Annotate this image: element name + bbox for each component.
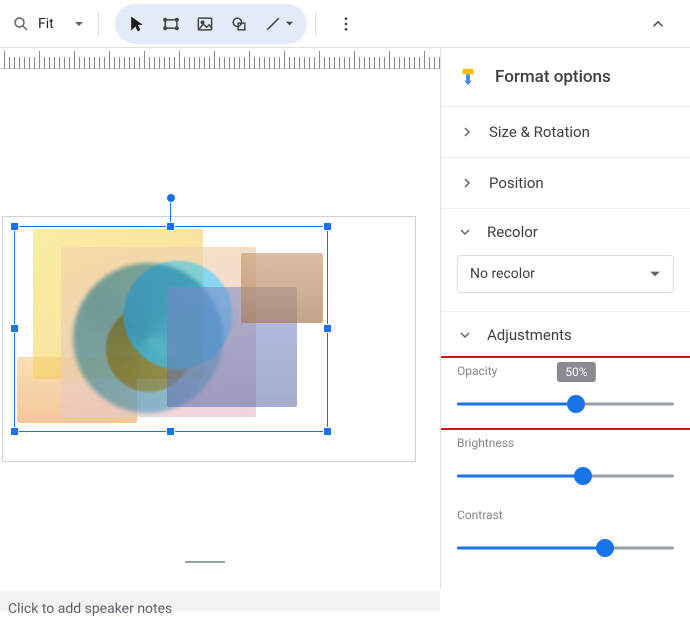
section-recolor: Recolor No recolor (441, 209, 690, 312)
section-label: Size & Rotation (489, 123, 590, 141)
magnifier-icon (12, 15, 30, 33)
recolor-value: No recolor (470, 266, 535, 282)
slider-thumb[interactable] (567, 395, 585, 413)
section-label: Position (489, 174, 544, 192)
section-toggle-position[interactable]: Position (441, 158, 690, 208)
shape-tool-button[interactable] (223, 8, 255, 40)
recolor-body: No recolor (441, 255, 690, 311)
brightness-group: Brightness (457, 430, 674, 502)
contrast-slider[interactable] (457, 540, 674, 556)
image-stack (17, 229, 327, 429)
tool-group (115, 4, 307, 44)
slider-fill (457, 475, 583, 478)
section-label: Recolor (487, 223, 538, 241)
chevron-right-icon (459, 175, 475, 191)
opacity-slider[interactable]: 50% (457, 396, 674, 412)
slider-thumb[interactable] (574, 467, 592, 485)
main-area: Click to add speaker notes Format option… (0, 48, 690, 589)
contrast-group: Contrast (457, 502, 674, 574)
contrast-label: Contrast (457, 508, 674, 522)
slide-canvas[interactable] (2, 216, 416, 462)
adjustments-body: Opacity 50% Brightness (441, 358, 690, 582)
slider-fill (457, 403, 576, 406)
chevron-right-icon (459, 124, 475, 140)
zoom-dropdown[interactable]: Fit (6, 15, 90, 33)
image-layer (241, 253, 323, 323)
section-label: Adjustments (487, 326, 572, 344)
chevron-down-icon (457, 327, 473, 343)
separator (315, 12, 316, 36)
rotate-handle[interactable] (166, 193, 176, 203)
select-tool-button[interactable] (121, 8, 153, 40)
brightness-slider[interactable] (457, 468, 674, 484)
image-tool-button[interactable] (189, 8, 221, 40)
format-icon (457, 66, 479, 88)
section-toggle-recolor[interactable]: Recolor (441, 209, 690, 255)
zoom-value: Fit (38, 16, 54, 32)
chevron-down-icon (457, 224, 473, 240)
section-adjustments: Adjustments Opacity 50% Brightness (441, 312, 690, 582)
caret-down-icon (285, 19, 294, 28)
slider-thumb[interactable] (596, 539, 614, 557)
format-options-panel: Format options Size & Rotation Position … (440, 48, 690, 589)
slider-fill (457, 547, 605, 550)
caret-down-icon (74, 19, 84, 29)
separator (98, 12, 99, 36)
more-tools-button[interactable] (330, 8, 362, 40)
opacity-tooltip: 50% (557, 362, 595, 382)
recolor-select[interactable]: No recolor (457, 255, 674, 293)
section-toggle-adjustments[interactable]: Adjustments (441, 312, 690, 358)
textbox-tool-button[interactable] (155, 8, 187, 40)
panel-header: Format options (441, 48, 690, 107)
slide-editor: Click to add speaker notes (0, 48, 440, 589)
speaker-notes[interactable]: Click to add speaker notes (0, 591, 440, 611)
horizontal-ruler[interactable] (0, 48, 440, 69)
toolbar: Fit (0, 0, 690, 48)
caret-down-icon (649, 268, 661, 280)
line-tool-button[interactable] (257, 8, 301, 40)
section-position: Position (441, 158, 690, 209)
section-size-rotation: Size & Rotation (441, 107, 690, 158)
page-separator (185, 561, 225, 563)
brightness-label: Brightness (457, 436, 674, 450)
section-toggle-size-rotation[interactable]: Size & Rotation (441, 107, 690, 157)
collapse-toolbar-button[interactable] (640, 6, 676, 42)
panel-title: Format options (495, 67, 611, 87)
